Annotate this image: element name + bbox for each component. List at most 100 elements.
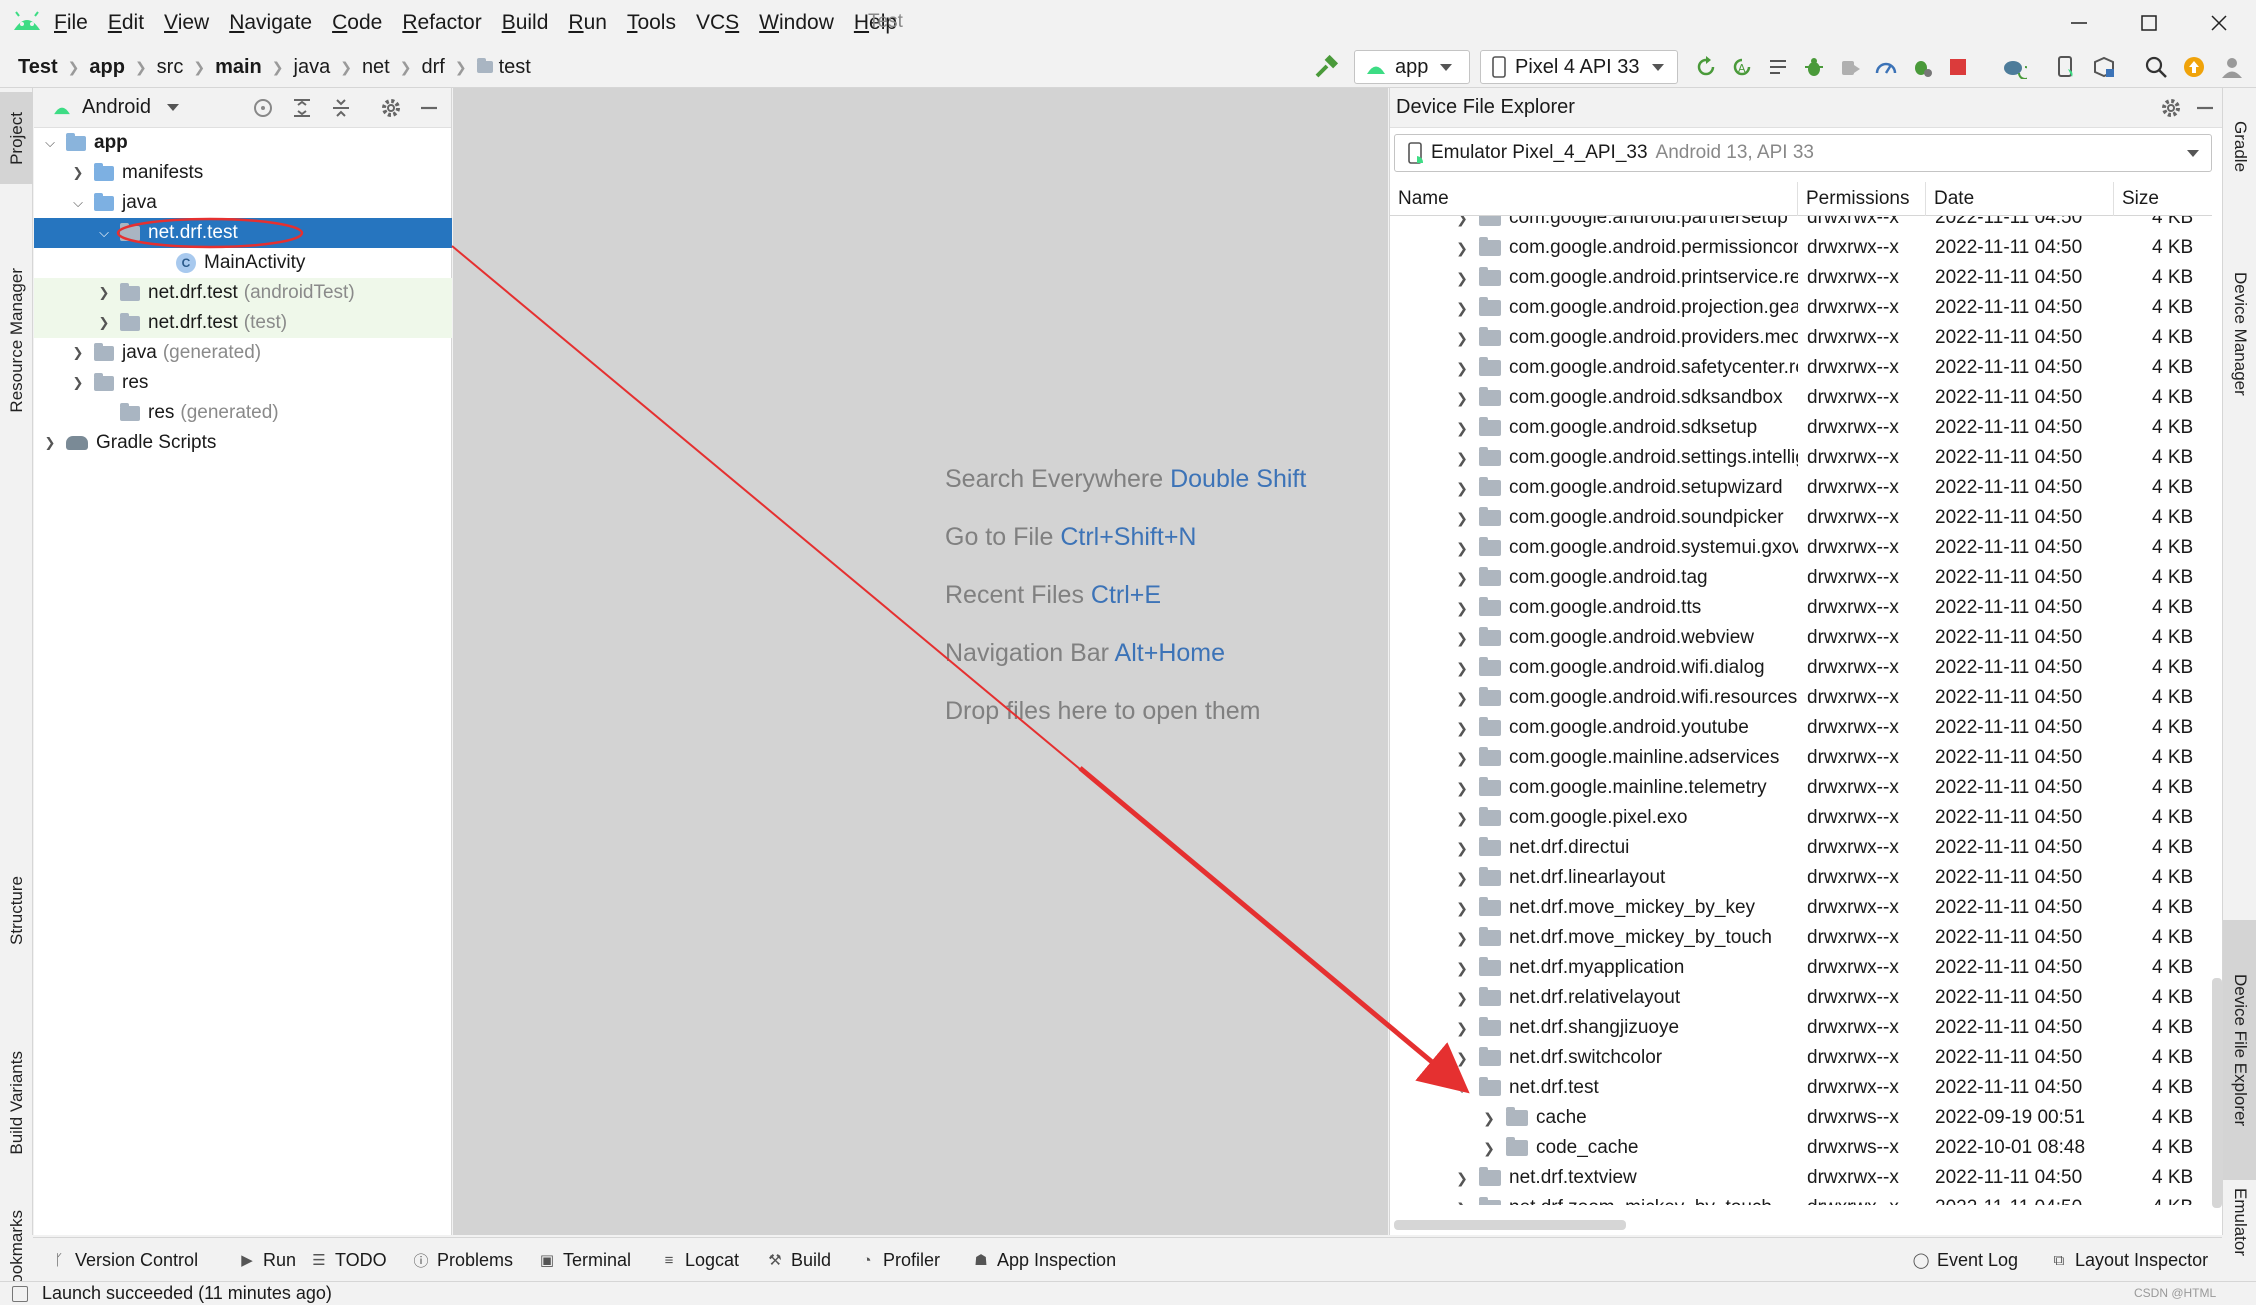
chevron-right-icon[interactable]: ❯ [1455, 216, 1469, 227]
menu-run[interactable]: Run [568, 11, 607, 35]
menu-tools[interactable]: Tools [627, 11, 676, 35]
file-row[interactable]: ❯ com.google.android.printservice.recomme… [1390, 263, 2212, 293]
collapse-all-icon[interactable] [330, 97, 352, 119]
menu-build[interactable]: Build [502, 11, 549, 35]
chevron-right-icon[interactable]: ❯ [1455, 480, 1469, 497]
tab-emulator[interactable]: Emulator [2223, 1122, 2256, 1305]
breadcrumb-item[interactable]: drf ❯ [421, 56, 476, 79]
editor-empty-area[interactable]: Search Everywhere Double Shift Go to File… [453, 88, 1388, 1235]
chevron-right-icon[interactable]: ❯ [1455, 240, 1469, 257]
file-row[interactable]: ⌵ net.drf.test drwxrwx--x 2022-11-11 04:50 4… [1390, 1073, 2212, 1103]
menu-view[interactable]: View [164, 11, 209, 35]
chevron-right-icon[interactable]: ❯ [1455, 1050, 1469, 1067]
run-tests-button[interactable] [1906, 51, 1938, 83]
file-row[interactable]: ❯ net.drf.linearlayout drwxrwx--x 2022-11-1… [1390, 863, 2212, 893]
tree-item[interactable]: ❯ net.drf.test (androidTest) [34, 278, 452, 308]
chevron-right-icon[interactable]: ❯ [1455, 360, 1469, 377]
horizontal-scrollbar[interactable] [1394, 1220, 1626, 1230]
tab-device-manager[interactable]: Device Manager [2223, 214, 2256, 454]
device-manager-button[interactable] [2050, 51, 2082, 83]
breadcrumb-item[interactable]: main ❯ [215, 56, 293, 79]
tree-item[interactable]: ❯ Gradle Scripts [34, 428, 452, 458]
column-header-size[interactable]: Size [2114, 182, 2212, 216]
tab-terminal[interactable]: ▣ Terminal [539, 1238, 631, 1282]
chevron-right-icon[interactable]: ❯ [1455, 720, 1469, 737]
tab-event-log[interactable]: ◯ Event Log [1913, 1238, 2018, 1282]
chevron-right-icon[interactable]: ❯ [1455, 990, 1469, 1007]
chevron-down-icon[interactable] [166, 104, 179, 111]
toggle-tool-windows-icon[interactable] [12, 1286, 28, 1302]
tab-app-inspection[interactable]: ☗ App Inspection [973, 1238, 1116, 1282]
breadcrumb-item[interactable]: java ❯ [294, 56, 362, 79]
file-row[interactable]: ❯ com.google.android.systemui.gxoverlay dr… [1390, 533, 2212, 563]
file-row[interactable]: ❯ com.google.android.partnersetup drwxrwx-… [1390, 216, 2212, 233]
close-window-button[interactable] [2194, 6, 2244, 40]
chevron-right-icon[interactable]: ❯ [1455, 540, 1469, 557]
breadcrumb-item[interactable]: net ❯ [362, 56, 422, 79]
locate-icon[interactable] [252, 97, 274, 119]
menu-code[interactable]: Code [332, 11, 382, 35]
chevron-right-icon[interactable]: ❯ [1455, 690, 1469, 707]
minimize-button[interactable] [2054, 6, 2104, 40]
file-row[interactable]: ❯ net.drf.move_mickey_by_touch drwxrwx--x 2… [1390, 923, 2212, 953]
file-row[interactable]: ❯ com.google.android.sdksetup drwxrwx--x 20… [1390, 413, 2212, 443]
chevron-right-icon[interactable]: ❯ [70, 375, 86, 391]
file-row[interactable]: ❯ net.drf.directui drwxrwx--x 2022-11-11 04… [1390, 833, 2212, 863]
profile-button[interactable] [1870, 51, 1902, 83]
file-row[interactable]: ❯ com.google.android.safetycenter.resourc… [1390, 353, 2212, 383]
chevron-right-icon[interactable]: ❯ [1455, 300, 1469, 317]
chevron-right-icon[interactable]: ❯ [1455, 1170, 1469, 1187]
column-header-permissions[interactable]: Permissions [1798, 182, 1926, 216]
tab-project[interactable]: Project [0, 92, 33, 184]
file-row[interactable]: ❯ net.drf.shangjizuoye drwxrwx--x 2022-11-1… [1390, 1013, 2212, 1043]
chevron-right-icon[interactable]: ❯ [1482, 1110, 1496, 1127]
file-row[interactable]: ❯ com.google.mainline.adservices drwxrwx--… [1390, 743, 2212, 773]
apply-code-changes-button[interactable] [1762, 51, 1794, 83]
device-dropdown[interactable]: Emulator Pixel_4_API_33 Android 13, API … [1394, 134, 2212, 172]
tab-todo[interactable]: ☰ TODO [311, 1238, 386, 1282]
chevron-right-icon[interactable]: ❯ [1482, 1140, 1496, 1157]
menu-vcs[interactable]: VCS [696, 11, 739, 35]
file-row[interactable]: ❯ net.drf.myapplication drwxrwx--x 2022-11-… [1390, 953, 2212, 983]
apply-changes-button[interactable]: A [1726, 51, 1758, 83]
sdk-manager-button[interactable] [2088, 51, 2120, 83]
menu-edit[interactable]: Edit [108, 11, 144, 35]
file-row[interactable]: ❯ com.google.android.tts drwxrwx--x 2022-11… [1390, 593, 2212, 623]
file-row[interactable]: ❯ com.google.android.permissioncontroller… [1390, 233, 2212, 263]
rerun-button[interactable] [1690, 51, 1722, 83]
chevron-right-icon[interactable]: ❯ [1455, 600, 1469, 617]
chevron-right-icon[interactable]: ❯ [1455, 420, 1469, 437]
search-everywhere-button[interactable] [2140, 51, 2172, 83]
column-header-name[interactable]: Name [1390, 182, 1798, 216]
tree-item[interactable]: ❯ res [34, 368, 452, 398]
file-row[interactable]: ❯ com.google.android.wifi.dialog drwxrwx--… [1390, 653, 2212, 683]
file-row[interactable]: ❯ com.google.android.settings.intelligenc… [1390, 443, 2212, 473]
tab-problems[interactable]: ⓘ Problems [413, 1238, 513, 1282]
menu-window[interactable]: Window [759, 11, 834, 35]
chevron-right-icon[interactable]: ❯ [1455, 330, 1469, 347]
breadcrumb-item[interactable]: app ❯ [89, 56, 156, 79]
file-row[interactable]: ❯ code_cache drwxrws--x 2022-10-01 08:48 4 K… [1390, 1133, 2212, 1163]
expand-all-icon[interactable] [291, 97, 313, 119]
chevron-right-icon[interactable]: ❯ [1455, 960, 1469, 977]
chevron-right-icon[interactable]: ❯ [1455, 630, 1469, 647]
tree-item[interactable]: C MainActivity [34, 248, 452, 278]
vertical-scrollbar[interactable] [2212, 978, 2222, 1208]
tab-profiler[interactable]: ◔ Profiler [859, 1238, 940, 1282]
chevron-right-icon[interactable]: ❯ [96, 315, 112, 331]
column-header-date[interactable]: Date [1926, 182, 2114, 216]
file-row[interactable]: ❯ com.google.android.wifi.resources drwxrw… [1390, 683, 2212, 713]
tab-resource-manager[interactable]: Resource Manager [0, 200, 33, 480]
file-row[interactable]: ❯ net.drf.switchcolor drwxrwx--x 2022-11-11… [1390, 1043, 2212, 1073]
stop-button[interactable] [1942, 51, 1974, 83]
tab-logcat[interactable]: ≡ Logcat [661, 1238, 739, 1282]
updates-button[interactable] [2178, 51, 2210, 83]
chevron-right-icon[interactable]: ❯ [70, 345, 86, 361]
view-mode-selector[interactable]: Android [82, 96, 151, 119]
account-button[interactable] [2216, 51, 2248, 83]
gear-icon[interactable] [380, 97, 402, 119]
device-selector[interactable]: Pixel 4 API 33 [1480, 50, 1678, 84]
chevron-right-icon[interactable]: ❯ [1455, 930, 1469, 947]
maximize-button[interactable] [2124, 6, 2174, 40]
run-config-selector[interactable]: app [1354, 50, 1470, 84]
